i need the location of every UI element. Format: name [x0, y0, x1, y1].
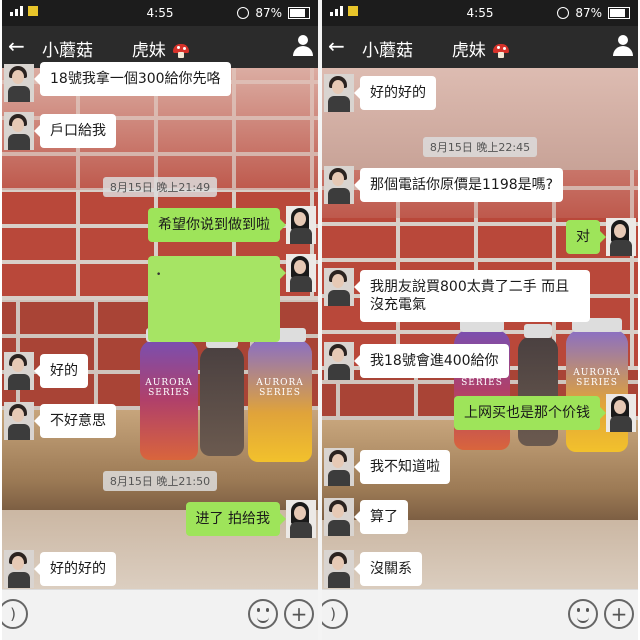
timestamp: 8月15日 晚上21:50: [2, 470, 318, 491]
chat-title-name: 虎妹: [451, 41, 486, 61]
voice-icon[interactable]: ): [322, 599, 348, 629]
plus-icon[interactable]: +: [604, 599, 634, 629]
plus-icon[interactable]: +: [284, 599, 314, 629]
alarm-icon: [557, 7, 570, 19]
chat-title: 小蘑菇 虎妹: [362, 36, 510, 61]
input-bar: ) +: [2, 589, 318, 640]
avatar[interactable]: [606, 394, 636, 432]
back-arrow-icon[interactable]: ←: [328, 36, 345, 56]
message-bubble[interactable]: 沒關系: [354, 552, 422, 586]
input-bar: ) +: [322, 589, 638, 640]
message-bubble[interactable]: 我18號會進400給你: [354, 344, 509, 378]
message-list[interactable]: 好的好的 8月15日 晚上22:45 那個電話你原價是1198是嗎? 对 我朋友…: [322, 68, 638, 590]
avatar[interactable]: [324, 448, 354, 486]
battery-icon: [288, 7, 310, 19]
message-bubble[interactable]: 好的好的: [354, 76, 436, 110]
timestamp: 8月15日 晚上22:45: [322, 136, 638, 157]
redacted-message[interactable]: •: [148, 256, 286, 342]
message-bubble[interactable]: 18號我拿一個300給你先咯: [34, 62, 231, 96]
message-bubble[interactable]: 算了: [354, 500, 408, 534]
mushroom-icon: [493, 44, 510, 58]
battery-icon: [608, 7, 630, 19]
chat-header: ← 小蘑菇 虎妹: [322, 26, 638, 68]
back-arrow-icon[interactable]: ←: [8, 36, 25, 56]
message-bubble[interactable]: 好的好的: [34, 552, 116, 586]
chat-title-name: 虎妹: [131, 41, 166, 61]
message-bubble[interactable]: 我朋友說買800太貴了二手 而且沒充電氣: [354, 270, 590, 322]
avatar[interactable]: [4, 402, 34, 440]
timestamp: 8月15日 晚上21:49: [2, 176, 318, 197]
message-list[interactable]: 18號我拿一個300給你先咯 戶口給我 8月15日 晚上21:49 希望你说到做…: [2, 62, 318, 590]
avatar[interactable]: [4, 112, 34, 150]
message-bubble[interactable]: 上网买也是那个价钱: [454, 396, 606, 430]
person-icon[interactable]: [612, 35, 634, 57]
message-bubble[interactable]: 希望你说到做到啦: [148, 208, 286, 242]
avatar[interactable]: [4, 550, 34, 588]
message-bubble[interactable]: 不好意思: [34, 404, 116, 438]
person-icon[interactable]: [292, 35, 314, 57]
chat-title: 小蘑菇 虎妹: [42, 36, 190, 61]
status-bar: 4:55 87%: [322, 0, 638, 26]
message-bubble[interactable]: 我不知道啦: [354, 450, 450, 484]
mushroom-icon: [173, 44, 190, 58]
avatar[interactable]: [4, 352, 34, 390]
message-bubble[interactable]: 进了 拍给我: [185, 502, 287, 536]
voice-icon[interactable]: ): [2, 599, 28, 629]
message-bubble[interactable]: 好的: [34, 354, 88, 388]
avatar[interactable]: [324, 342, 354, 380]
avatar[interactable]: [286, 500, 316, 538]
avatar[interactable]: [4, 64, 34, 102]
status-bar: 4:55 87%: [2, 0, 318, 26]
emoji-icon[interactable]: [248, 599, 278, 629]
battery-percent: 87%: [255, 6, 282, 20]
message-bubble[interactable]: 对: [566, 220, 606, 254]
avatar[interactable]: [324, 74, 354, 112]
avatar[interactable]: [324, 550, 354, 588]
chat-panel-right: AURORA SERIES AURORA SERIES 4:55 87% ← 小…: [322, 0, 638, 640]
message-bubble[interactable]: 那個電話你原價是1198是嗎?: [353, 168, 564, 202]
battery-percent: 87%: [575, 6, 602, 20]
alarm-icon: [237, 7, 250, 19]
avatar[interactable]: [324, 166, 354, 204]
avatar[interactable]: [286, 254, 316, 292]
chat-panel-left: AURORA SERIES AURORA SERIES 4:55 87% ← 小…: [2, 0, 318, 640]
chat-title-main: 小蘑菇: [362, 41, 413, 61]
avatar[interactable]: [324, 268, 354, 306]
message-bubble[interactable]: 戶口給我: [34, 114, 116, 148]
avatar[interactable]: [286, 206, 316, 244]
emoji-icon[interactable]: [568, 599, 598, 629]
avatar[interactable]: [606, 218, 636, 256]
chat-title-main: 小蘑菇: [42, 41, 93, 61]
avatar[interactable]: [324, 498, 354, 536]
